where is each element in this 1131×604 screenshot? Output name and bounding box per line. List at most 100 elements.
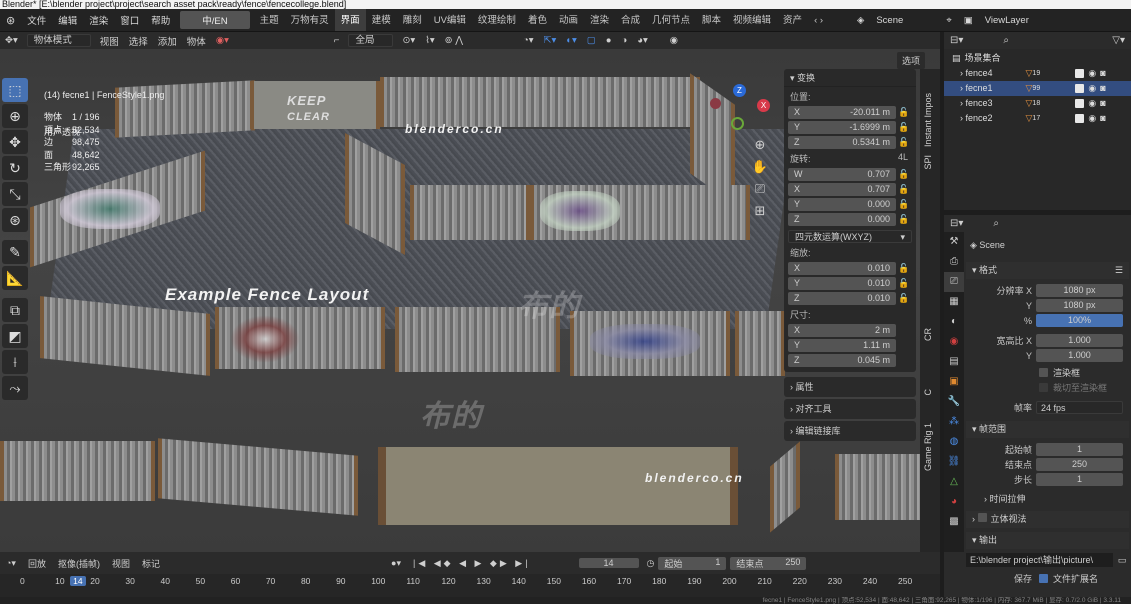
render-tab-icon[interactable]: ⎙ [944, 252, 964, 272]
list-icon[interactable]: ☰ [1115, 262, 1129, 279]
tab-video-editing[interactable]: 视频编辑 [727, 9, 777, 31]
outliner-row[interactable]: › fence2 ▽ 17 ◉ ◙ [944, 111, 1131, 126]
particles-tab-icon[interactable]: ⁂ [944, 412, 964, 432]
scene-collection-row[interactable]: ▤ 场景集合 [944, 51, 1131, 66]
tab-animation[interactable]: 动画 [553, 9, 584, 31]
menu-object[interactable]: 物体 [182, 34, 211, 48]
camera-icon[interactable]: ⎚ [750, 181, 770, 203]
object-type-visibility-icon[interactable]: ◉▾ [211, 35, 234, 46]
timeline-view-menu[interactable]: 视图 [106, 557, 136, 570]
language-toggle[interactable]: 中/EN [180, 11, 250, 29]
rotation-w[interactable]: W 0.707 🔓 [788, 167, 912, 181]
rotation-mode-dropdown[interactable]: 四元数运算(WXYZ) ▾ [788, 229, 912, 243]
grid-perspective-icon[interactable]: ⊞ [750, 203, 770, 225]
scale-z[interactable]: Z 0.010 🔓 [788, 291, 912, 305]
tab-instant-impostors[interactable]: Instant Impos [920, 89, 936, 151]
tab-sculpting[interactable]: 雕刻 [397, 9, 428, 31]
checkbox-icon[interactable] [1075, 69, 1085, 78]
lock-icon[interactable]: 🔓 [896, 137, 912, 148]
zoom-icon[interactable]: ⊕ [750, 137, 770, 159]
view-object-types-icon[interactable]: ◔▾ [518, 35, 539, 46]
modifier-tab-icon[interactable]: 🔧 [944, 392, 964, 412]
outliner-filter-icon[interactable]: ▽▾ [1112, 35, 1125, 46]
dimension-x[interactable]: X2 m [788, 323, 912, 337]
tab-c[interactable]: C [920, 385, 936, 400]
frame-step-row[interactable]: 步长 1 [966, 472, 1129, 487]
xray-toggle-icon[interactable]: ▢ [582, 35, 601, 46]
visibility-eye-icon[interactable]: ◉ [665, 35, 683, 46]
measure-tool-icon[interactable]: 📐 [2, 266, 28, 290]
shading-rendered-icon[interactable]: ◕▾ [632, 35, 653, 46]
scale-y[interactable]: Y 0.010 🔓 [788, 276, 912, 290]
format-section-header[interactable]: ▾ 格式 ☰ [966, 262, 1129, 279]
constraints-tab-icon[interactable]: ⛓ [944, 452, 964, 472]
tab-rendering[interactable]: 渲染 [584, 9, 615, 31]
properties-type-icon[interactable]: ⊟▾ [950, 218, 963, 229]
transform-panel-header[interactable]: ▾ 变换 [784, 69, 916, 87]
current-frame-field[interactable]: 14 [578, 558, 639, 568]
pivot-icon[interactable]: ⊙▾ [397, 35, 420, 46]
lock-icon[interactable]: 🔓 [896, 293, 912, 304]
tab-scripting[interactable]: 脚本 [696, 9, 727, 31]
overlay-toggle-icon[interactable]: ◐▾ [561, 35, 582, 46]
lock-icon[interactable]: 🔓 [896, 107, 912, 118]
tab-modeling[interactable]: 建模 [366, 9, 397, 31]
transform-orientation-icon[interactable]: ⌐ [329, 35, 345, 46]
annotate-tool-icon[interactable]: ✎ [2, 240, 28, 264]
editor-type-icon[interactable]: ✥▾ [0, 35, 23, 46]
playback-controls[interactable]: |◀ ◀◆ ◀ ▶ ◆▶ ▶| [413, 558, 531, 569]
menu-add[interactable]: 添加 [153, 34, 182, 48]
time-stretch-section[interactable]: › 时间拉伸 [966, 491, 1129, 508]
menu-view[interactable]: 视图 [95, 34, 124, 48]
record-icon[interactable]: ●▾ [391, 558, 401, 569]
rotate-tool-icon[interactable]: ↻ [2, 156, 28, 180]
move-tool-icon[interactable]: ✥ [2, 130, 28, 154]
rotation-x[interactable]: X 0.707 🔓 [788, 182, 912, 196]
dimension-y[interactable]: Y 1.11 m [788, 338, 912, 352]
gizmo-z-axis[interactable]: Z [733, 84, 746, 97]
options-button[interactable]: 选项 [897, 52, 926, 69]
outliner-search-icon[interactable]: ⌕ [1003, 35, 1009, 46]
frame-rate-row[interactable]: 帧率 24 fps [966, 400, 1129, 415]
eye-icon[interactable]: ◉ [1088, 81, 1096, 96]
select-tool-icon[interactable]: ⬚ [2, 78, 28, 102]
gizmo-x-axis[interactable]: X [757, 99, 770, 112]
navigation-gizmo[interactable]: Z X [705, 84, 775, 134]
menu-select[interactable]: 选择 [124, 34, 153, 48]
resolution-y-row[interactable]: Y 1080 px [966, 298, 1129, 313]
randomize-tool-icon[interactable]: ⤳ [2, 376, 28, 400]
tool-tab-icon[interactable]: ⚒ [944, 232, 964, 252]
eye-icon[interactable]: ◉ [1088, 66, 1096, 81]
menu-file[interactable]: 文件 [21, 13, 52, 27]
tab-cr[interactable]: CR [920, 324, 936, 345]
menu-render[interactable]: 渲染 [83, 13, 114, 27]
viewlayer-name[interactable]: ViewLayer [979, 15, 1035, 26]
timeline-ruler[interactable]: 0 10 14 20 30 40 50 60 70 80 90 100 110 120 130 140 150 1… [0, 574, 940, 592]
tab-wanwu[interactable]: 万物有灵 [285, 9, 335, 31]
menu-window[interactable]: 窗口 [114, 13, 145, 27]
data-tab-icon[interactable]: △ [944, 472, 964, 492]
gizmo-toggle-icon[interactable]: ⇱▾ [539, 35, 562, 46]
lock-icon[interactable]: 🔓 [896, 199, 912, 210]
pin-icon[interactable]: ⌖ [940, 15, 957, 26]
lock-icon[interactable]: 🔓 [896, 122, 912, 133]
folder-icon[interactable]: ▭ [1115, 555, 1129, 566]
section-properties[interactable]: › 属性 [784, 377, 916, 397]
rotation-lock-4l[interactable]: 4L [898, 152, 908, 165]
crop-row[interactable]: 裁切至渲染框 [966, 380, 1129, 395]
add-cube-tool-icon[interactable]: ⧉ [2, 298, 28, 322]
checkbox-icon[interactable] [1075, 84, 1085, 93]
lock-icon[interactable]: 🔓 [896, 263, 912, 274]
shading-material-icon[interactable]: ◑ [617, 35, 633, 46]
pan-hand-icon[interactable]: ✋ [750, 159, 770, 181]
resolution-x-row[interactable]: 分辨率 X 1080 px [966, 283, 1129, 298]
playback-menu[interactable]: 回放 [22, 557, 52, 570]
tab-spi[interactable]: SPI [920, 151, 936, 174]
blender-logo-icon[interactable]: ⊛ [0, 14, 21, 27]
outliner-type-icon[interactable]: ⊟▾ [950, 35, 963, 46]
texture-tab-icon[interactable]: ▩ [944, 512, 964, 532]
tab-theme[interactable]: 主题 [254, 9, 285, 31]
scene-tab-icon[interactable]: ◐ [944, 312, 964, 332]
resolution-percent-row[interactable]: % 100% [966, 313, 1129, 328]
rotation-y[interactable]: Y 0.000 🔓 [788, 197, 912, 211]
